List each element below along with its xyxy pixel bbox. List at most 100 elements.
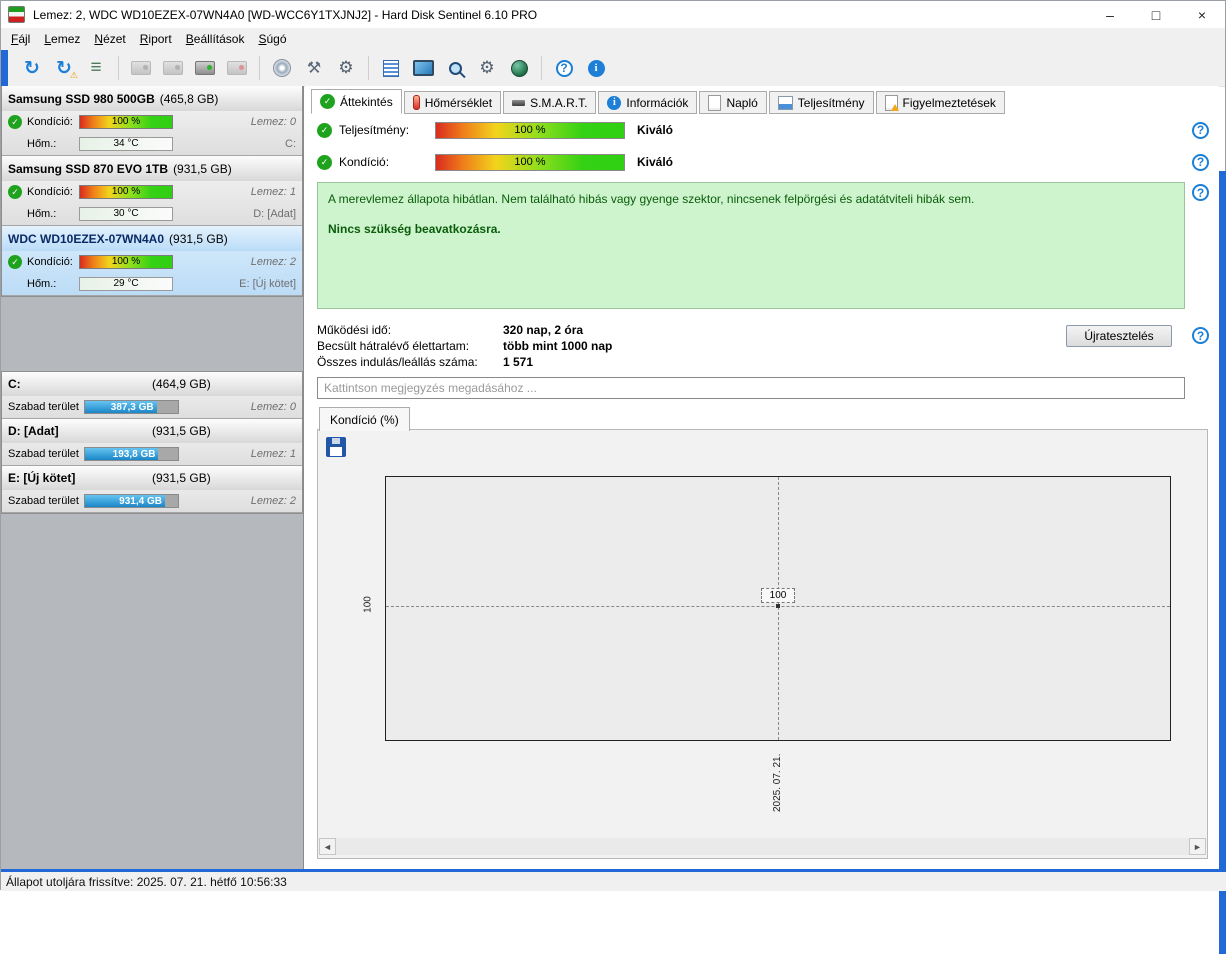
partition-size: (931,5 GB) — [152, 424, 211, 438]
disk-stop-button[interactable] — [222, 54, 252, 82]
tab-homerseklet[interactable]: Hőmérséklet — [403, 91, 502, 114]
refresh-button[interactable] — [17, 54, 47, 82]
help-button[interactable] — [549, 54, 579, 82]
partition-name: E: [Új kötet] — [8, 471, 76, 485]
help-icon[interactable] — [1192, 121, 1209, 139]
tab-label: Teljesítmény — [797, 95, 865, 110]
tab-informaciok[interactable]: Információk — [598, 91, 698, 114]
tab-attekintes[interactable]: Áttekintés — [311, 89, 402, 114]
monitor-icon — [412, 60, 434, 76]
menu-sugo[interactable]: Súgó — [251, 29, 293, 49]
repair-button[interactable] — [331, 54, 361, 82]
disk-seek-button[interactable] — [440, 54, 470, 82]
disk-back-button[interactable] — [126, 54, 156, 82]
partition-item-e[interactable]: E: [Új kötet] (931,5 GB) Szabad terület … — [2, 466, 302, 513]
menu-riport[interactable]: Riport — [133, 29, 179, 49]
close-button[interactable]: × — [1179, 1, 1225, 28]
hardware-tools-button[interactable] — [299, 54, 329, 82]
tab-smart[interactable]: S.M.A.R.T. — [503, 91, 597, 114]
condition-rating: Kiváló — [637, 155, 674, 169]
monitor-button[interactable] — [408, 54, 438, 82]
scroll-right-icon[interactable] — [1189, 838, 1206, 855]
info-icon — [607, 95, 622, 110]
tab-label: Figyelmeztetések — [902, 95, 996, 110]
stat-row: Összes indulás/leállás száma: 1 571 — [317, 354, 612, 370]
disk-number: Lemez: 0 — [250, 116, 296, 128]
refresh-warning-button[interactable] — [49, 54, 79, 82]
surface-details-button[interactable] — [81, 54, 111, 82]
retest-button[interactable]: Újratesztelés — [1066, 325, 1172, 347]
disk-item-2-selected[interactable]: WDC WD10EZEX-07WN4A0 (931,5 GB) Kondíció… — [2, 226, 302, 296]
disk-start-button[interactable] — [190, 54, 220, 82]
log-document-icon — [708, 94, 722, 111]
content-area: Áttekintés Hőmérséklet S.M.A.R.T. Inform… — [305, 86, 1219, 869]
partition-item-d[interactable]: D: [Adat] (931,5 GB) Szabad terület 193,… — [2, 419, 302, 466]
help-icon[interactable] — [1192, 327, 1209, 344]
partition-item-c[interactable]: C: (464,9 GB) Szabad terület 387,3 GB Le… — [2, 372, 302, 419]
sidebar: Samsung SSD 980 500GB (465,8 GB) Kondíci… — [1, 86, 304, 869]
help-icon[interactable] — [1192, 153, 1209, 171]
condition-bar: 100 % — [79, 255, 173, 269]
stat-label: Működési idő: — [317, 323, 392, 337]
disk-header: Samsung SSD 980 500GB (465,8 GB) — [2, 86, 302, 111]
disc-burn-button[interactable] — [267, 54, 297, 82]
disk-stop-icon — [227, 61, 247, 75]
disk-number: Lemez: 2 — [250, 256, 296, 268]
performance-ok-icon — [317, 122, 332, 138]
disk-number: Lemez: 2 — [250, 495, 296, 507]
free-space-label: Szabad terület — [8, 495, 79, 507]
world-button[interactable] — [504, 54, 534, 82]
chart-horizontal-scrollbar[interactable] — [319, 838, 1206, 855]
toolbar-separator — [541, 56, 542, 80]
magnifier-icon — [448, 61, 462, 75]
disk-eject-button[interactable] — [158, 54, 188, 82]
partition-free-row: Szabad terület 931,4 GB Lemez: 2 — [2, 490, 302, 512]
scroll-left-icon[interactable] — [319, 838, 336, 855]
report-button[interactable] — [376, 54, 406, 82]
stat-label: Összes indulás/leállás száma: — [317, 355, 478, 369]
settings-button[interactable] — [472, 54, 502, 82]
app-icon — [8, 6, 25, 23]
comment-input[interactable] — [317, 377, 1185, 399]
help-icon[interactable] — [1192, 184, 1209, 201]
tab-naplo[interactable]: Napló — [699, 91, 767, 114]
stat-value: több mint 1000 nap — [503, 339, 613, 353]
toolbar — [1, 50, 1225, 87]
performance-value: 100 % — [514, 124, 546, 136]
menu-fajl[interactable]: Fájl — [4, 29, 37, 49]
settings-gear-icon — [479, 58, 494, 78]
maximize-button[interactable]: □ — [1133, 1, 1179, 28]
tab-label: Napló — [726, 95, 758, 110]
disk-name: Samsung SSD 980 500GB — [8, 91, 155, 106]
health-ok-icon — [8, 255, 22, 269]
toolbar-separator — [259, 56, 260, 80]
tab-figyelmeztetesek[interactable]: Figyelmeztetések — [875, 91, 1005, 114]
chart-icon — [777, 95, 793, 110]
condition-label: Kondíció: — [27, 256, 73, 268]
title-bar: Lemez: 2, WDC WD10EZEX-07WN4A0 [WD-WCC6Y… — [1, 1, 1225, 28]
condition-label: Kondíció: — [339, 155, 390, 169]
performance-row: Teljesítmény: 100 % Kiváló — [317, 120, 1209, 140]
chart-tab-kondicio[interactable]: Kondíció (%) — [319, 407, 410, 431]
condition-bar: 100 % — [79, 115, 173, 129]
menu-nezet[interactable]: Nézet — [87, 29, 132, 49]
menu-beallitasok[interactable]: Beállítások — [179, 29, 252, 49]
disk-item-1[interactable]: Samsung SSD 870 EVO 1TB (931,5 GB) Kondí… — [2, 156, 302, 226]
performance-rating: Kiváló — [637, 123, 674, 137]
disc-icon — [273, 59, 291, 77]
partition-name: C: — [8, 377, 21, 391]
minimize-button[interactable]: – — [1087, 1, 1133, 28]
health-ok-icon — [8, 115, 22, 129]
condition-chart-panel: 100 100 2025. 07. 21. — [317, 429, 1208, 859]
menu-lemez[interactable]: Lemez — [37, 29, 87, 49]
save-chart-icon[interactable] — [326, 437, 346, 457]
disk-number: Lemez: 1 — [250, 186, 296, 198]
disk-item-0[interactable]: Samsung SSD 980 500GB (465,8 GB) Kondíci… — [2, 86, 302, 156]
information-button[interactable] — [581, 54, 611, 82]
health-status-box: A merevlemez állapota hibátlan. Nem talá… — [317, 182, 1185, 309]
info-icon — [587, 59, 605, 77]
condition-row: Kondíció: 100 % Kiváló — [317, 152, 1209, 172]
toolbar-separator — [368, 56, 369, 80]
disk-name: WDC WD10EZEX-07WN4A0 — [8, 231, 165, 246]
tab-teljesitmeny[interactable]: Teljesítmény — [768, 91, 874, 114]
